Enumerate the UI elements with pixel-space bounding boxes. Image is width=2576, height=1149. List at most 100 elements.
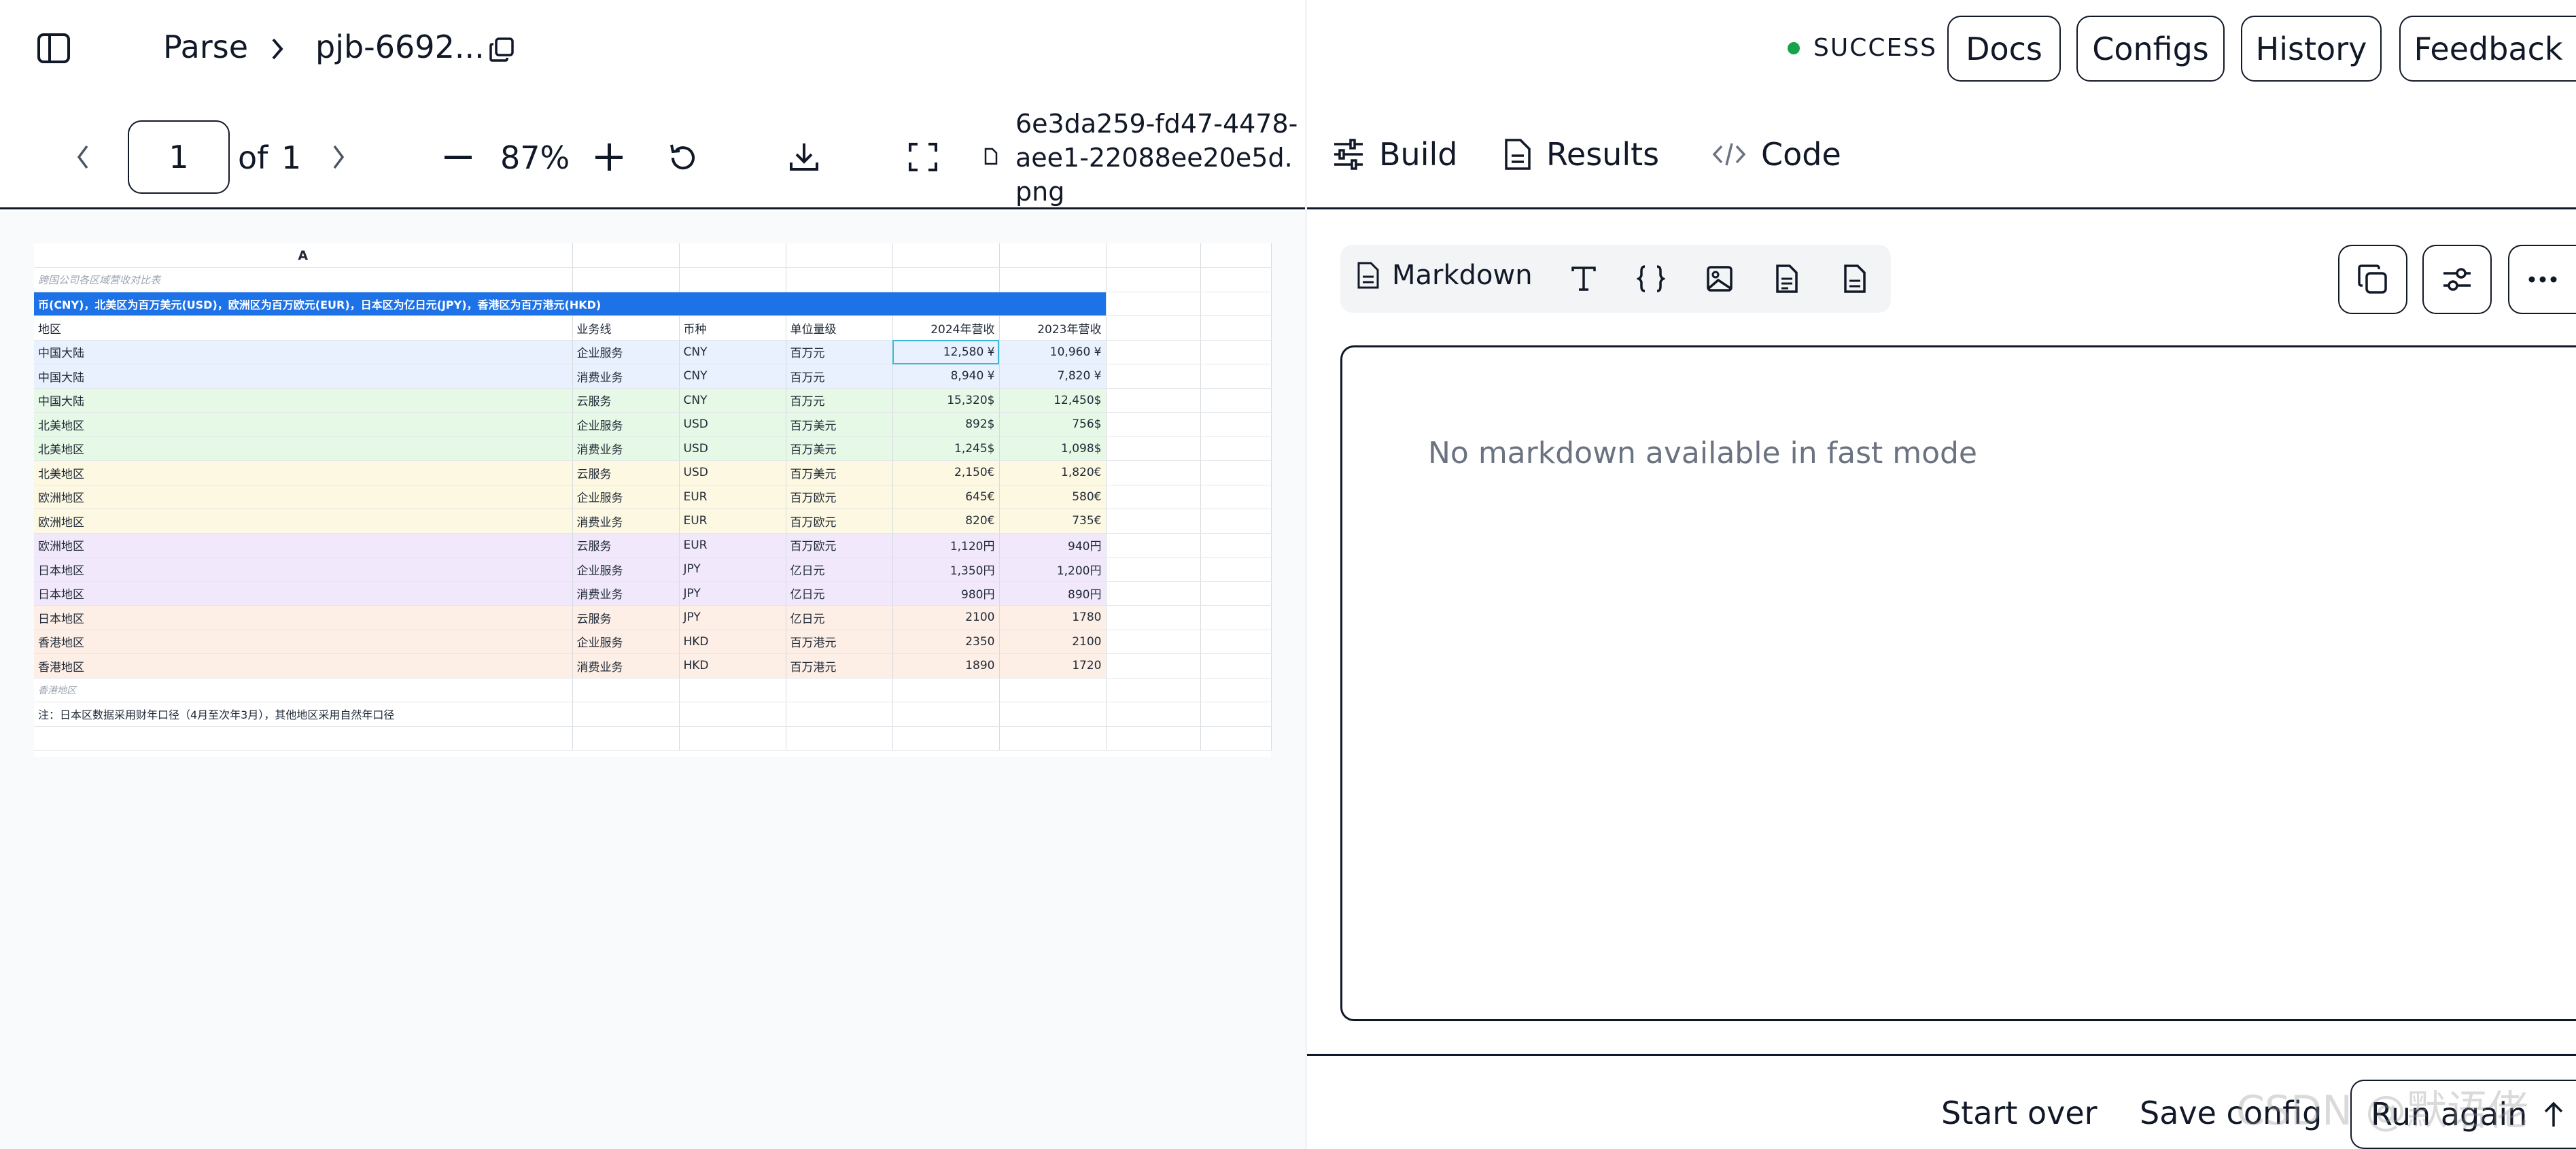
braces-icon[interactable] [1637, 264, 1665, 294]
plus-icon[interactable] [595, 143, 623, 171]
table-row: 中国大陆 企业服务 CNY 百万元 12,580 ¥10,960 ¥ [34, 340, 1272, 364]
document-icon [1357, 261, 1380, 290]
more-button[interactable] [2508, 245, 2576, 314]
chevron-left-icon[interactable] [75, 143, 91, 171]
cell-currency: CNY [679, 388, 786, 413]
sheet-title-row: 跨国公司各区域营收对比表 [34, 267, 1272, 292]
cell-region: 中国大陆 [34, 364, 573, 389]
cell-line: 企业服务 [572, 485, 680, 509]
table-row: 欧洲地区 消费业务 EUR 百万欧元 820€ 735€ [34, 509, 1272, 534]
markdown-output[interactable]: No markdown available in fast mode [1340, 345, 2576, 1021]
page-icon[interactable] [1843, 264, 1866, 294]
cell-y2023: 1,200円 [999, 557, 1107, 582]
cell-currency: JPY [679, 581, 786, 606]
feedback-button[interactable]: Feedback [2399, 16, 2576, 82]
spreadsheet-table: A 跨国公司各区域营收对比表 币(CNY)，北美区为百万美元(USD)，欧洲区为… [34, 243, 1272, 751]
cell-empty [1200, 533, 1272, 558]
sidebar-toggle-icon[interactable] [37, 33, 71, 64]
tab-results[interactable]: Results [1504, 136, 1659, 173]
header-2024-revenue: 2024年营收 [892, 315, 1000, 341]
cell-empty [1106, 581, 1201, 606]
fullscreen-icon[interactable] [908, 142, 938, 172]
sliders-icon [1333, 139, 1364, 170]
cell-y2024: 1,350円 [892, 557, 1000, 582]
cell-currency: HKD [679, 653, 786, 679]
zoom-level: 87% [500, 139, 570, 176]
cell-empty [1106, 436, 1201, 461]
cell-y2024: 820€ [892, 509, 1000, 534]
sheet-note: 注：日本区数据采用财年口径（4月至次年3月），其他地区采用自然年口径 [34, 702, 573, 727]
image-icon[interactable] [1706, 265, 1733, 292]
cell-line: 消费业务 [572, 581, 680, 606]
cell-currency: EUR [679, 485, 786, 509]
cell-currency: HKD [679, 630, 786, 654]
cell-currency: CNY [679, 364, 786, 389]
cell-empty [1200, 340, 1272, 364]
cell-unit: 百万港元 [786, 653, 893, 679]
cell-currency: USD [679, 460, 786, 485]
header-2023-revenue: 2023年营收 [999, 315, 1107, 341]
cell-unit: 百万美元 [786, 460, 893, 485]
cell-region: 中国大陆 [34, 340, 573, 364]
start-over-button[interactable]: Start over [1941, 1095, 2098, 1131]
footer-divider [1307, 1054, 2576, 1056]
cell-region: 中国大陆 [34, 388, 573, 413]
chevron-right-icon [269, 37, 285, 61]
cell-y2023: 1780 [999, 605, 1107, 630]
duplicate-button[interactable] [2338, 245, 2407, 314]
cell-unit: 百万欧元 [786, 509, 893, 534]
cell-y2024: 8,940 ¥ [892, 364, 1000, 389]
file-text-icon[interactable] [1775, 264, 1798, 294]
cell-region: 北美地区 [34, 436, 573, 461]
empty-row [34, 726, 1272, 751]
docs-button[interactable]: Docs [1947, 16, 2061, 82]
note-row: 注：日本区数据采用财年口径（4月至次年3月），其他地区采用自然年口径 [34, 702, 1272, 727]
table-row: 日本地区 企业服务 JPY 亿日元 1,350円 1,200円 [34, 557, 1272, 582]
cell-empty [1106, 509, 1201, 534]
cell-y2024: 1,120円 [892, 533, 1000, 558]
document-preview[interactable]: A 跨国公司各区域营收对比表 币(CNY)，北美区为百万美元(USD)，欧洲区为… [0, 211, 1305, 1149]
cell-unit: 百万欧元 [786, 485, 893, 509]
table-row: 中国大陆 云服务 CNY 百万元 15,320$ 12,450$ [34, 388, 1272, 413]
cell-currency: EUR [679, 509, 786, 534]
cell-empty [1106, 460, 1201, 485]
cell-unit: 百万欧元 [786, 533, 893, 558]
cell-y2024: 12,580 ¥ [892, 340, 1000, 364]
cell-empty [1106, 364, 1201, 389]
breadcrumb-parse[interactable]: Parse [163, 29, 248, 65]
text-icon[interactable] [1570, 265, 1597, 292]
copy-icon[interactable] [488, 36, 515, 63]
cell-empty [1106, 388, 1201, 413]
history-button[interactable]: History [2241, 16, 2382, 82]
cell-empty [1200, 364, 1272, 389]
cell-empty [1106, 630, 1201, 654]
cell-y2023: 2100 [999, 630, 1107, 654]
table-header-row: 地区 业务线 币种 单位量级 2024年营收 2023年营收 [34, 315, 1272, 341]
cell-y2023: 756$ [999, 412, 1107, 437]
cell-line: 企业服务 [572, 557, 680, 582]
cell-region: 北美地区 [34, 460, 573, 485]
cell-line: 云服务 [572, 533, 680, 558]
download-icon[interactable] [788, 141, 820, 173]
rotate-icon[interactable] [667, 142, 699, 173]
cell-y2024: 892$ [892, 412, 1000, 437]
chevron-right-icon[interactable] [330, 143, 347, 171]
watermark: CSDN @默语佬 [2236, 1087, 2529, 1135]
table-row: 欧洲地区 企业服务 EUR 百万欧元 645€ 580€ [34, 485, 1272, 509]
settings-icon [2442, 266, 2472, 293]
tab-build[interactable]: Build [1333, 136, 1457, 173]
cell-y2024: 2350 [892, 630, 1000, 654]
cell-empty [1200, 509, 1272, 534]
tab-code[interactable]: Code [1712, 136, 1841, 173]
cell-line: 消费业务 [572, 653, 680, 679]
format-markdown-label: Markdown [1392, 260, 1533, 291]
cell-y2024: 15,320$ [892, 388, 1000, 413]
configs-button[interactable]: Configs [2076, 16, 2225, 82]
settings-button[interactable] [2422, 245, 2492, 314]
cell-empty [1200, 388, 1272, 413]
page-number-input[interactable]: 1 [128, 120, 230, 194]
format-markdown[interactable]: Markdown [1357, 260, 1533, 291]
minus-icon[interactable] [445, 156, 472, 160]
cell-y2023: 1,098$ [999, 436, 1107, 461]
currency-banner: 币(CNY)，北美区为百万美元(USD)，欧洲区为百万欧元(EUR)，日本区为亿… [34, 292, 1107, 316]
